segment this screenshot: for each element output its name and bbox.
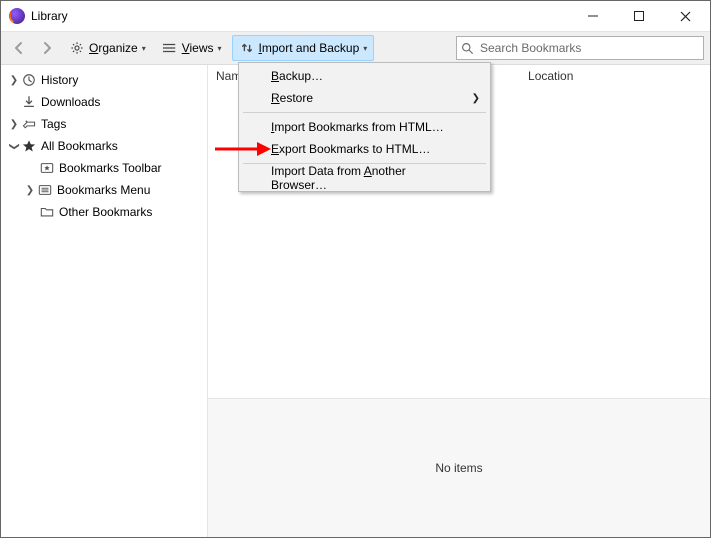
- menu-export-html[interactable]: Export Bookmarks to HTML…: [241, 138, 488, 160]
- firefox-icon: [9, 8, 25, 24]
- tree-item-tags[interactable]: ❯ Tags: [1, 113, 207, 135]
- tree-item-downloads[interactable]: Downloads: [1, 91, 207, 113]
- tag-icon: [21, 116, 37, 132]
- menu-label: Import Data from Another Browser…: [271, 164, 464, 192]
- gear-icon: [69, 40, 85, 56]
- window-controls: [570, 1, 708, 31]
- toolbar-folder-icon: [39, 160, 55, 176]
- download-icon: [21, 94, 37, 110]
- collapse-icon[interactable]: ❯: [9, 139, 20, 153]
- submenu-arrow-icon: ❯: [472, 93, 480, 104]
- import-backup-label: Import and Backup: [259, 41, 360, 55]
- import-backup-menu: Backup… Restore ❯ Import Bookmarks from …: [238, 62, 491, 192]
- organize-label: Organize: [89, 41, 138, 55]
- clock-icon: [21, 72, 37, 88]
- chevron-down-icon: ▾: [142, 44, 146, 53]
- minimize-button[interactable]: [570, 1, 616, 31]
- tree-label: Tags: [41, 117, 66, 131]
- maximize-button[interactable]: [616, 1, 662, 31]
- tree-item-bookmarks-menu[interactable]: ❯ Bookmarks Menu: [1, 179, 207, 201]
- folder-icon: [39, 204, 55, 220]
- menu-backup[interactable]: Backup…: [241, 65, 488, 87]
- expand-icon[interactable]: ❯: [7, 75, 21, 86]
- tree-item-bookmarks-toolbar[interactable]: Bookmarks Toolbar: [1, 157, 207, 179]
- tree-item-all-bookmarks[interactable]: ❯ All Bookmarks: [1, 135, 207, 157]
- window-title: Library: [31, 9, 68, 23]
- menu-label: Restore: [271, 91, 313, 105]
- views-dropdown[interactable]: Views ▾: [156, 36, 228, 60]
- organize-dropdown[interactable]: Organize ▾: [63, 36, 152, 60]
- close-button[interactable]: [662, 1, 708, 31]
- titlebar: Library: [1, 1, 710, 31]
- tree-label: History: [41, 73, 78, 87]
- menu-label: Import Bookmarks from HTML…: [271, 120, 444, 134]
- expand-icon[interactable]: ❯: [23, 185, 37, 196]
- no-items-label: No items: [435, 461, 482, 475]
- menu-folder-icon: [37, 182, 53, 198]
- list-icon: [162, 40, 178, 56]
- menu-import-html[interactable]: Import Bookmarks from HTML…: [241, 116, 488, 138]
- expand-icon[interactable]: ❯: [7, 119, 21, 130]
- tree-label: Other Bookmarks: [59, 205, 152, 219]
- star-icon: [21, 138, 37, 154]
- back-button[interactable]: [7, 36, 31, 60]
- toolbar: Organize ▾ Views ▾ Import and Backup ▾: [1, 31, 710, 65]
- search-input[interactable]: [478, 38, 699, 58]
- search-box[interactable]: [456, 36, 704, 60]
- chevron-down-icon: ▾: [363, 44, 367, 53]
- tree-label: Bookmarks Toolbar: [59, 161, 162, 175]
- tree-item-other-bookmarks[interactable]: Other Bookmarks: [1, 201, 207, 223]
- tree-label: Downloads: [41, 95, 100, 109]
- menu-restore[interactable]: Restore ❯: [241, 87, 488, 109]
- col-location[interactable]: Location: [528, 69, 573, 83]
- sidebar: ❯ History Downloads ❯ Tags: [1, 65, 208, 537]
- detail-pane: No items: [208, 398, 710, 537]
- forward-button[interactable]: [35, 36, 59, 60]
- tree-label: All Bookmarks: [41, 139, 118, 153]
- menu-import-other-browser[interactable]: Import Data from Another Browser…: [241, 167, 488, 189]
- menu-label: Backup…: [271, 69, 323, 83]
- import-export-icon: [239, 40, 255, 56]
- views-label: Views: [182, 41, 214, 55]
- chevron-down-icon: ▾: [218, 44, 222, 53]
- tree-label: Bookmarks Menu: [57, 183, 150, 197]
- import-backup-dropdown[interactable]: Import and Backup ▾: [232, 35, 375, 61]
- search-icon: [461, 42, 474, 55]
- tree-item-history[interactable]: ❯ History: [1, 69, 207, 91]
- menu-label: Export Bookmarks to HTML…: [271, 142, 430, 156]
- menu-separator: [243, 112, 486, 113]
